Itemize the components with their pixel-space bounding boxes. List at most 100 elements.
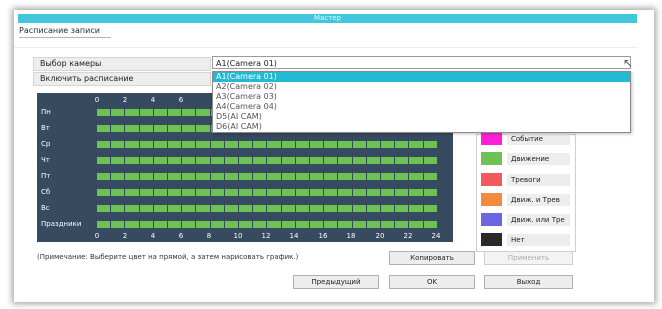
schedule-cell[interactable] (182, 173, 196, 180)
tab-record-schedule[interactable]: Расписание записи (19, 26, 100, 35)
schedule-cell[interactable] (139, 189, 153, 196)
schedule-cell[interactable] (281, 173, 295, 180)
schedule-cell[interactable] (139, 157, 153, 164)
schedule-cell[interactable] (310, 205, 324, 212)
camera-option[interactable]: A1(Camera 01) (213, 72, 630, 82)
schedule-cell[interactable] (395, 205, 409, 212)
schedule-cell[interactable] (352, 189, 366, 196)
schedule-cell[interactable] (267, 205, 281, 212)
schedule-cell[interactable] (338, 157, 352, 164)
schedule-cell[interactable] (224, 173, 239, 180)
schedule-cell[interactable] (196, 173, 210, 180)
schedule-row[interactable] (97, 157, 437, 164)
schedule-row[interactable] (97, 221, 437, 228)
schedule-cell[interactable] (267, 141, 281, 148)
schedule-cell[interactable] (125, 205, 139, 212)
schedule-cell[interactable] (295, 173, 310, 180)
schedule-cell[interactable] (310, 189, 324, 196)
schedule-cell[interactable] (423, 173, 437, 180)
schedule-cell[interactable] (125, 189, 139, 196)
schedule-cell[interactable] (111, 157, 125, 164)
schedule-cell[interactable] (381, 157, 395, 164)
schedule-cell[interactable] (338, 205, 352, 212)
schedule-cell[interactable] (409, 173, 423, 180)
schedule-cell[interactable] (253, 221, 267, 228)
schedule-cell[interactable] (97, 205, 111, 212)
legend-swatch-motion-and-alarm[interactable] (481, 193, 502, 206)
schedule-cell[interactable] (111, 173, 125, 180)
schedule-row[interactable] (97, 189, 437, 196)
schedule-cell[interactable] (111, 109, 125, 116)
camera-option[interactable]: A4(Camera 04) (213, 102, 630, 112)
schedule-cell[interactable] (366, 189, 381, 196)
camera-option[interactable]: A3(Camera 03) (213, 92, 630, 102)
schedule-cell[interactable] (182, 125, 196, 132)
legend-swatch-motion[interactable] (481, 152, 502, 165)
schedule-cell[interactable] (253, 205, 267, 212)
schedule-cell[interactable] (366, 205, 381, 212)
schedule-cell[interactable] (97, 157, 111, 164)
schedule-cell[interactable] (125, 173, 139, 180)
schedule-cell[interactable] (111, 189, 125, 196)
schedule-cell[interactable] (352, 205, 366, 212)
camera-option[interactable]: D6(AI CAM) (213, 122, 630, 132)
schedule-cell[interactable] (111, 221, 125, 228)
schedule-cell[interactable] (366, 157, 381, 164)
schedule-cell[interactable] (168, 221, 182, 228)
schedule-cell[interactable] (381, 221, 395, 228)
schedule-cell[interactable] (153, 141, 168, 148)
schedule-cell[interactable] (267, 189, 281, 196)
schedule-cell[interactable] (239, 221, 253, 228)
schedule-cell[interactable] (224, 189, 239, 196)
schedule-cell[interactable] (352, 141, 366, 148)
schedule-cell[interactable] (381, 141, 395, 148)
schedule-cell[interactable] (395, 173, 409, 180)
schedule-cell[interactable] (153, 173, 168, 180)
schedule-cell[interactable] (168, 157, 182, 164)
schedule-cell[interactable] (210, 189, 224, 196)
schedule-cell[interactable] (295, 189, 310, 196)
schedule-cell[interactable] (338, 189, 352, 196)
schedule-cell[interactable] (153, 189, 168, 196)
schedule-cell[interactable] (111, 205, 125, 212)
ok-button[interactable]: OK (389, 275, 475, 289)
schedule-cell[interactable] (153, 205, 168, 212)
schedule-cell[interactable] (281, 205, 295, 212)
camera-option[interactable]: A2(Camera 02) (213, 82, 630, 92)
schedule-cell[interactable] (324, 173, 338, 180)
schedule-cell[interactable] (324, 221, 338, 228)
schedule-cell[interactable] (153, 109, 168, 116)
schedule-cell[interactable] (423, 141, 437, 148)
schedule-cell[interactable] (366, 173, 381, 180)
schedule-cell[interactable] (267, 173, 281, 180)
schedule-cell[interactable] (409, 157, 423, 164)
schedule-cell[interactable] (168, 141, 182, 148)
schedule-cell[interactable] (281, 189, 295, 196)
schedule-cell[interactable] (125, 125, 139, 132)
schedule-cell[interactable] (423, 205, 437, 212)
schedule-cell[interactable] (139, 125, 153, 132)
schedule-cell[interactable] (352, 157, 366, 164)
schedule-cell[interactable] (239, 205, 253, 212)
schedule-cell[interactable] (97, 173, 111, 180)
schedule-cell[interactable] (338, 221, 352, 228)
schedule-cell[interactable] (310, 141, 324, 148)
schedule-cell[interactable] (310, 157, 324, 164)
schedule-cell[interactable] (239, 189, 253, 196)
schedule-cell[interactable] (281, 141, 295, 148)
schedule-cell[interactable] (381, 205, 395, 212)
schedule-cell[interactable] (97, 221, 111, 228)
schedule-cell[interactable] (224, 141, 239, 148)
schedule-cell[interactable] (366, 221, 381, 228)
schedule-cell[interactable] (182, 141, 196, 148)
apply-button[interactable]: Применить (484, 251, 573, 265)
schedule-cell[interactable] (210, 173, 224, 180)
schedule-cell[interactable] (210, 157, 224, 164)
schedule-cell[interactable] (253, 157, 267, 164)
schedule-cell[interactable] (111, 125, 125, 132)
schedule-cell[interactable] (210, 205, 224, 212)
schedule-cell[interactable] (196, 109, 210, 116)
schedule-cell[interactable] (224, 221, 239, 228)
schedule-cell[interactable] (210, 221, 224, 228)
schedule-cell[interactable] (196, 221, 210, 228)
